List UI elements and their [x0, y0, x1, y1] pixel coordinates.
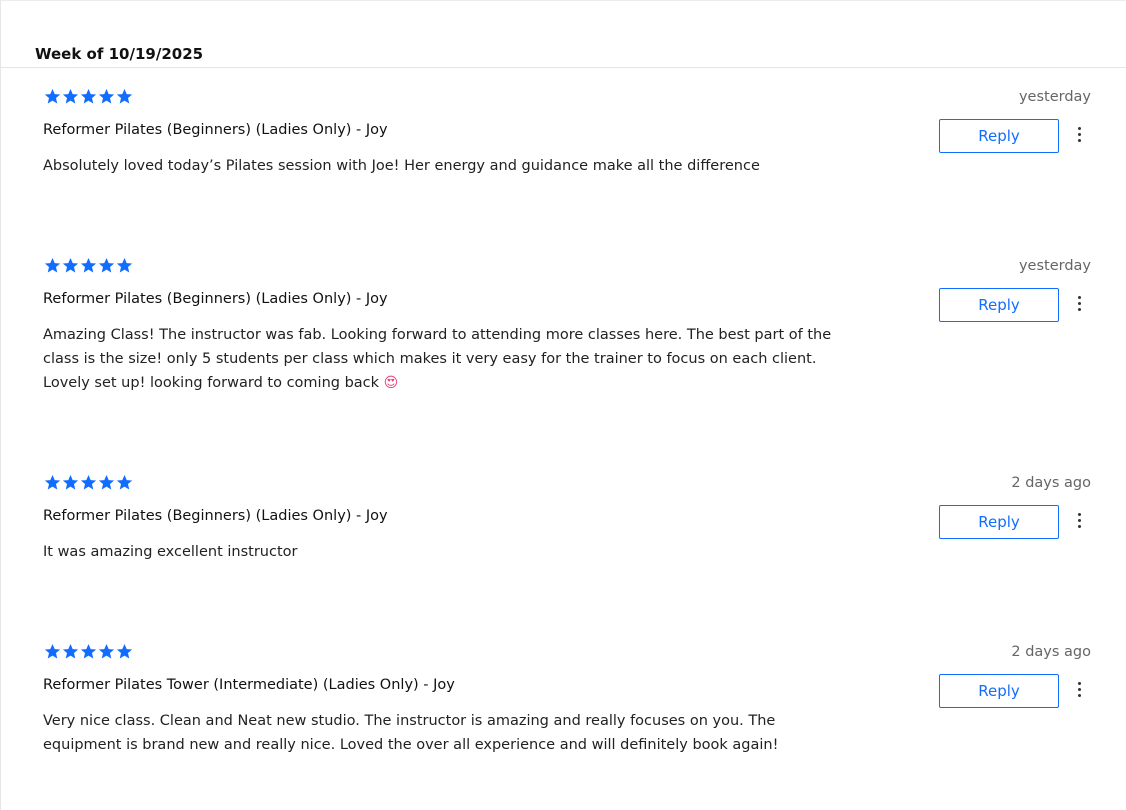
- review-text-body: Amazing Class! The instructor was fab. L…: [43, 327, 832, 391]
- star-icon: [116, 258, 133, 273]
- review-class-title: Reformer Pilates Tower (Intermediate) (L…: [43, 677, 455, 693]
- review-text-body: Very nice class. Clean and Neat new stud…: [43, 713, 779, 753]
- review-timestamp: 2 days ago: [1011, 475, 1091, 491]
- more-options-icon[interactable]: [1071, 293, 1087, 313]
- star-icon: [80, 258, 97, 273]
- star-rating: [44, 643, 133, 660]
- star-rating: [44, 474, 133, 491]
- star-icon: [80, 644, 97, 659]
- star-icon: [62, 89, 79, 104]
- reply-button[interactable]: Reply: [939, 288, 1059, 322]
- star-icon: [98, 258, 115, 273]
- star-icon: [44, 475, 61, 490]
- star-icon: [62, 258, 79, 273]
- review-text: It was amazing excellent instructor: [43, 540, 833, 564]
- star-icon: [98, 475, 115, 490]
- reply-button[interactable]: Reply: [939, 119, 1059, 153]
- review-class-title: Reformer Pilates (Beginners) (Ladies Onl…: [43, 291, 388, 307]
- review-text: Amazing Class! The instructor was fab. L…: [43, 323, 833, 395]
- more-options-icon[interactable]: [1071, 124, 1087, 144]
- review-timestamp: yesterday: [1018, 89, 1091, 105]
- star-icon: [116, 89, 133, 104]
- star-icon: [62, 644, 79, 659]
- star-icon: [44, 89, 61, 104]
- reply-button[interactable]: Reply: [939, 674, 1059, 708]
- divider: [1, 67, 1126, 68]
- review-text-body: It was amazing excellent instructor: [43, 544, 298, 560]
- star-rating: [44, 88, 133, 105]
- week-header: Week of 10/19/2025: [35, 45, 204, 63]
- star-icon: [80, 89, 97, 104]
- review-class-title: Reformer Pilates (Beginners) (Ladies Onl…: [43, 122, 388, 138]
- review-text: Very nice class. Clean and Neat new stud…: [43, 709, 833, 757]
- review-text: Absolutely loved today’s Pilates session…: [43, 154, 833, 178]
- more-options-icon[interactable]: [1071, 679, 1087, 699]
- review-timestamp: 2 days ago: [1011, 644, 1091, 660]
- review-timestamp: yesterday: [1018, 258, 1091, 274]
- star-icon: [62, 475, 79, 490]
- star-icon: [44, 258, 61, 273]
- star-icon: [80, 475, 97, 490]
- star-icon: [44, 644, 61, 659]
- star-rating: [44, 257, 133, 274]
- more-options-icon[interactable]: [1071, 510, 1087, 530]
- reply-button[interactable]: Reply: [939, 505, 1059, 539]
- heart-eyes-emoji-icon: 😍: [383, 375, 399, 391]
- star-icon: [98, 644, 115, 659]
- star-icon: [98, 89, 115, 104]
- review-text-body: Absolutely loved today’s Pilates session…: [43, 158, 760, 174]
- reviews-panel: Week of 10/19/2025 yesterday Reformer Pi…: [0, 0, 1126, 810]
- review-class-title: Reformer Pilates (Beginners) (Ladies Onl…: [43, 508, 388, 524]
- star-icon: [116, 644, 133, 659]
- star-icon: [116, 475, 133, 490]
